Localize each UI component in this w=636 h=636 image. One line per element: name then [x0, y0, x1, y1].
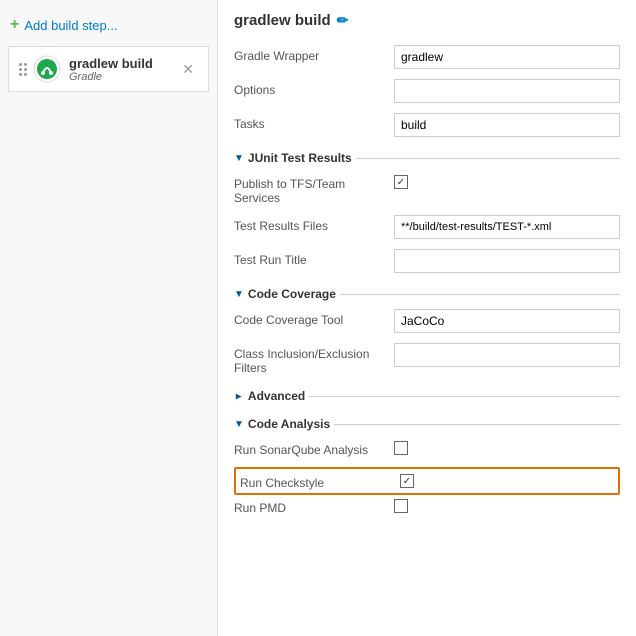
test-run-title-label: Test Run Title: [234, 249, 394, 267]
tasks-label: Tasks: [234, 113, 394, 131]
checkstyle-checkbox[interactable]: [400, 474, 414, 488]
options-row: Options: [234, 79, 620, 103]
pmd-label: Run PMD: [234, 497, 394, 515]
sonarqube-checkbox[interactable]: [394, 441, 408, 455]
advanced-section-header[interactable]: ▼ Advanced: [234, 389, 620, 403]
junit-section-header[interactable]: ▼ JUnit Test Results: [234, 151, 620, 165]
junit-collapse-icon: ▼: [234, 153, 244, 164]
junit-section-label: JUnit Test Results: [248, 151, 352, 165]
pmd-control: [394, 497, 620, 513]
code-coverage-section-line: [340, 294, 620, 295]
pmd-checkbox[interactable]: [394, 499, 408, 513]
gradle-wrapper-label: Gradle Wrapper: [234, 45, 394, 63]
class-filters-row: Class Inclusion/Exclusion Filters: [234, 343, 620, 375]
test-results-files-row: Test Results Files: [234, 215, 620, 239]
test-results-files-input[interactable]: [394, 215, 620, 239]
gradle-wrapper-row: Gradle Wrapper: [234, 45, 620, 69]
pmd-row: Run PMD: [234, 497, 620, 515]
advanced-section-line: [309, 396, 620, 397]
class-filters-input[interactable]: [394, 343, 620, 367]
add-build-step-button[interactable]: + Add build step...: [0, 8, 217, 42]
advanced-section-label: Advanced: [248, 389, 305, 403]
build-item-type: Gradle: [69, 71, 178, 83]
code-coverage-section-header[interactable]: ▼ Code Coverage: [234, 287, 620, 301]
class-filters-label: Class Inclusion/Exclusion Filters: [234, 343, 394, 375]
tasks-row: Tasks: [234, 113, 620, 137]
code-coverage-tool-label: Code Coverage Tool: [234, 309, 394, 327]
checkstyle-control: [400, 472, 614, 488]
advanced-collapse-icon: ▼: [233, 391, 244, 401]
build-item-name: gradlew build: [69, 56, 178, 71]
test-run-title-row: Test Run Title: [234, 249, 620, 273]
panel-title-text: gradlew build: [234, 12, 331, 29]
left-panel: + Add build step... gradlew build Gradle: [0, 0, 218, 636]
sonarqube-row: Run SonarQube Analysis: [234, 439, 620, 457]
publish-tfs-row: Publish to TFS/Team Services: [234, 173, 620, 205]
sonarqube-control: [394, 439, 620, 455]
code-analysis-section-header[interactable]: ▼ Code Analysis: [234, 417, 620, 431]
options-input[interactable]: [394, 79, 620, 103]
class-filters-control: [394, 343, 620, 367]
tasks-control: [394, 113, 620, 137]
test-run-title-input[interactable]: [394, 249, 620, 273]
publish-tfs-label: Publish to TFS/Team Services: [234, 173, 394, 205]
code-analysis-section-label: Code Analysis: [248, 417, 330, 431]
code-coverage-section-label: Code Coverage: [248, 287, 336, 301]
code-analysis-collapse-icon: ▼: [234, 419, 244, 430]
tasks-input[interactable]: [394, 113, 620, 137]
checkstyle-label: Run Checkstyle: [240, 472, 400, 490]
close-button[interactable]: ✕: [178, 59, 198, 80]
junit-section-line: [356, 158, 620, 159]
publish-tfs-control: [394, 173, 620, 189]
build-item-info: gradlew build Gradle: [69, 56, 178, 83]
options-label: Options: [234, 79, 394, 97]
code-coverage-tool-input[interactable]: [394, 309, 620, 333]
publish-tfs-checkbox[interactable]: [394, 175, 408, 189]
test-run-title-control: [394, 249, 620, 273]
gradle-wrapper-input[interactable]: [394, 45, 620, 69]
sonarqube-label: Run SonarQube Analysis: [234, 439, 394, 457]
right-panel: gradlew build ✏ Gradle Wrapper Options T…: [218, 0, 636, 636]
add-build-step-label: Add build step...: [24, 18, 117, 33]
gradle-icon: [33, 55, 61, 83]
test-results-files-label: Test Results Files: [234, 215, 394, 233]
edit-icon[interactable]: ✏: [337, 12, 349, 29]
panel-title: gradlew build ✏: [234, 12, 620, 29]
checkstyle-row: Run Checkstyle: [234, 467, 620, 495]
code-coverage-tool-row: Code Coverage Tool: [234, 309, 620, 333]
test-results-files-control: [394, 215, 620, 239]
drag-handle: [19, 63, 27, 76]
options-control: [394, 79, 620, 103]
build-item[interactable]: gradlew build Gradle ✕: [8, 46, 209, 92]
gradle-wrapper-control: [394, 45, 620, 69]
code-coverage-collapse-icon: ▼: [234, 289, 244, 300]
code-coverage-tool-control: [394, 309, 620, 333]
code-analysis-section-line: [334, 424, 620, 425]
plus-icon: +: [10, 16, 19, 34]
